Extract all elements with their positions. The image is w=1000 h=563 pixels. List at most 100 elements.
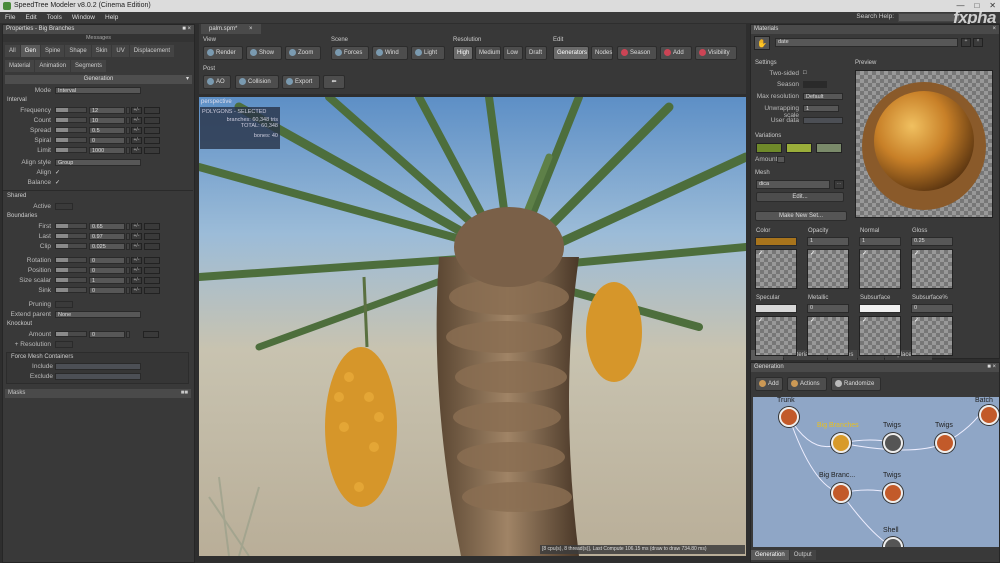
mesh-edit-button[interactable]: Edit...: [756, 192, 844, 202]
map-subsurface-pct-texture[interactable]: ✓: [911, 316, 953, 356]
interval-frequency-spin[interactable]: [126, 107, 130, 114]
generators-button[interactable]: Generators: [553, 46, 589, 60]
wind-button[interactable]: Wind: [372, 46, 408, 60]
boundary-first-slider[interactable]: [55, 223, 87, 229]
tab-displacement[interactable]: Displacement: [129, 45, 175, 57]
map-specular-checkbox[interactable]: ✓: [758, 317, 763, 324]
tab-uv[interactable]: UV: [112, 45, 129, 57]
tab-skin[interactable]: Skin: [91, 45, 112, 57]
node-big-branches[interactable]: [831, 433, 851, 453]
file-tab-close-icon[interactable]: ×: [249, 26, 253, 32]
max-resolution-select[interactable]: Default: [803, 93, 843, 100]
boundary-last-curve[interactable]: [144, 233, 160, 240]
variation-swatch-2[interactable]: [786, 143, 812, 153]
shared-rotation-spin[interactable]: [126, 257, 130, 264]
amount-curve[interactable]: [143, 331, 159, 338]
res-medium-button[interactable]: Medium: [475, 46, 501, 60]
shared-position-spin[interactable]: [126, 267, 130, 274]
interval-limit-slider[interactable]: [55, 147, 87, 153]
generation-close-icon[interactable]: ■ ×: [987, 363, 996, 372]
tab-output[interactable]: Output: [789, 550, 816, 560]
masks-buttons-icon[interactable]: ■■: [181, 389, 188, 398]
season-button[interactable]: Season: [617, 46, 657, 60]
file-tab[interactable]: palm.spm* ×: [201, 24, 261, 34]
material-remove-icon[interactable]: ×: [973, 38, 983, 47]
node-twigs-3[interactable]: [883, 483, 903, 503]
interval-count-slider[interactable]: [55, 117, 87, 123]
exclude-field[interactable]: [55, 373, 141, 380]
mode-select[interactable]: Interval: [55, 87, 141, 94]
node-trunk[interactable]: [779, 407, 799, 427]
map-opacity-value[interactable]: 1: [807, 237, 849, 246]
user-data-field[interactable]: [803, 117, 843, 124]
extend-parent-select[interactable]: None: [55, 311, 141, 318]
shared-size-scalar-slider[interactable]: [55, 277, 87, 283]
render-button[interactable]: Render: [203, 46, 243, 60]
node-twigs-2[interactable]: [935, 433, 955, 453]
make-new-set-button[interactable]: Make New Set...: [755, 211, 847, 221]
interval-count-curve[interactable]: [144, 117, 160, 124]
panel-close-icon[interactable]: ■ ×: [182, 25, 191, 34]
tab-animation[interactable]: Animation: [35, 60, 71, 72]
menu-file[interactable]: File: [5, 12, 15, 23]
map-color-texture[interactable]: ✓: [755, 249, 797, 289]
map-gloss-checkbox[interactable]: ✓: [914, 250, 919, 257]
tab-generation[interactable]: Generation: [751, 550, 789, 560]
ao-button[interactable]: AO: [203, 75, 231, 89]
shared-sink-plusminus-button[interactable]: +/-: [131, 287, 142, 294]
interval-spiral-field[interactable]: 0: [89, 137, 125, 144]
interval-frequency-field[interactable]: 12: [89, 107, 125, 114]
interval-limit-spin[interactable]: [126, 147, 130, 154]
materials-close-icon[interactable]: ×: [992, 25, 996, 34]
map-gloss-value[interactable]: 0.25: [911, 237, 953, 246]
show-button[interactable]: Show: [246, 46, 282, 60]
map-subsurface-pct-checkbox[interactable]: ✓: [914, 317, 919, 324]
generator-graph[interactable]: Trunk Big Branches Twigs Twigs Big Branc…: [753, 397, 999, 547]
visibility-button[interactable]: Visibility: [695, 46, 737, 60]
boundary-clip-curve[interactable]: [144, 243, 160, 250]
3d-viewport[interactable]: perspective POLYGONS - SELECTED branches…: [199, 97, 746, 556]
pruning-field[interactable]: [55, 301, 73, 308]
map-normal-checkbox[interactable]: ✓: [862, 250, 867, 257]
shared-rotation-curve[interactable]: [144, 257, 160, 264]
shared-size-scalar-field[interactable]: 1: [89, 277, 125, 284]
res-high-button[interactable]: High: [453, 46, 473, 60]
boundary-last-plusminus-button[interactable]: +/-: [131, 233, 142, 240]
interval-spread-field[interactable]: 0.5: [89, 127, 125, 134]
collision-button[interactable]: Collision: [235, 75, 279, 89]
messages-bar[interactable]: Messages: [3, 34, 194, 42]
masks-section-header[interactable]: Masks ■■: [5, 389, 191, 398]
res-low-button[interactable]: Low: [503, 46, 523, 60]
menu-help[interactable]: Help: [105, 12, 118, 23]
add-button[interactable]: Add: [660, 46, 692, 60]
interval-frequency-slider[interactable]: [55, 107, 87, 113]
boundary-clip-spin[interactable]: [126, 243, 130, 250]
menu-edit[interactable]: Edit: [25, 12, 36, 23]
shared-rotation-plusminus-button[interactable]: +/-: [131, 257, 142, 264]
map-color-value[interactable]: [755, 237, 797, 246]
interval-limit-plusminus-button[interactable]: +/-: [131, 147, 142, 154]
zoom-button[interactable]: Zoom: [285, 46, 321, 60]
boundary-first-curve[interactable]: [144, 223, 160, 230]
map-normal-value[interactable]: 1: [859, 237, 901, 246]
map-specular-texture[interactable]: ✓: [755, 316, 797, 356]
active-field[interactable]: [55, 203, 73, 210]
randomize-button[interactable]: Randomize: [831, 377, 881, 391]
balance-checkbox[interactable]: ✓: [55, 179, 60, 186]
amount-slider[interactable]: [55, 331, 87, 337]
map-normal-texture[interactable]: ✓: [859, 249, 901, 289]
interval-spread-plusminus-button[interactable]: +/-: [131, 127, 142, 134]
menu-window[interactable]: Window: [72, 12, 95, 23]
map-metallic-value[interactable]: 0: [807, 304, 849, 313]
interval-spread-spin[interactable]: [126, 127, 130, 134]
map-subsurface-pct-value[interactable]: 0: [911, 304, 953, 313]
interval-spiral-slider[interactable]: [55, 137, 87, 143]
hand-icon[interactable]: ✋: [754, 36, 770, 50]
boundary-last-spin[interactable]: [126, 233, 130, 240]
material-preview[interactable]: [855, 70, 993, 218]
collapse-icon[interactable]: ▾: [186, 75, 189, 84]
export-button[interactable]: Export: [282, 75, 320, 89]
boundary-first-spin[interactable]: [126, 223, 130, 230]
node-big-branches-2[interactable]: [831, 483, 851, 503]
boundary-last-slider[interactable]: [55, 233, 87, 239]
